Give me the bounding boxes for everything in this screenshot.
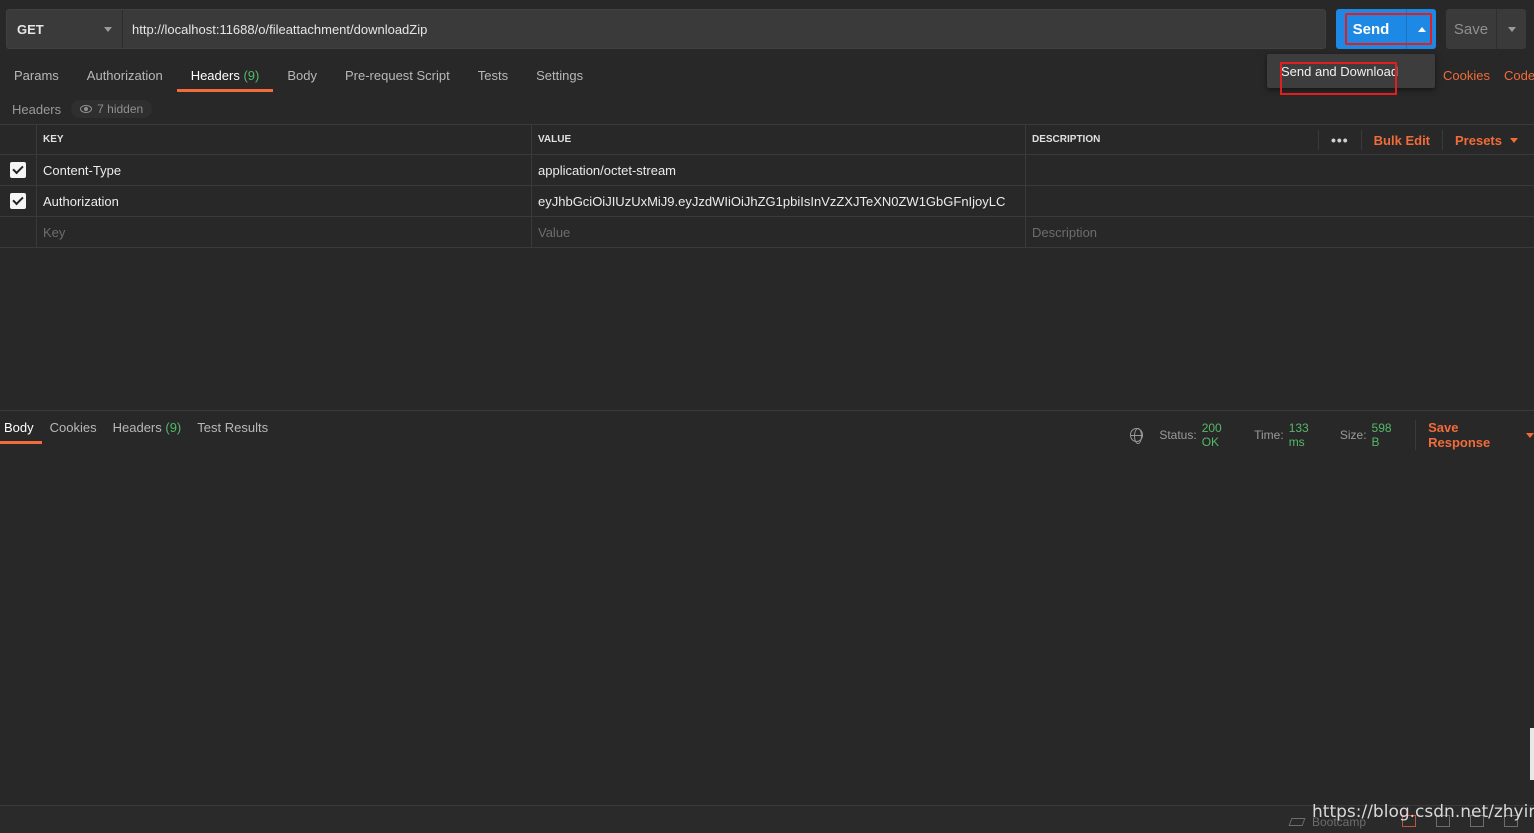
header-key-cell[interactable]: Content-Type — [37, 155, 532, 185]
header-description-cell[interactable] — [1026, 155, 1534, 185]
scrollbar[interactable] — [1530, 728, 1534, 780]
tab-count: (9) — [165, 420, 182, 435]
column-header-description: DESCRIPTION ••• Bulk Edit Presets — [1026, 125, 1534, 154]
tab-label: Settings — [536, 68, 584, 83]
tab-label: Body — [287, 68, 317, 83]
chevron-down-icon — [1510, 137, 1518, 143]
chevron-down-icon — [1507, 26, 1516, 32]
table-row: Content-Type application/octet-stream — [0, 155, 1534, 186]
send-button-group: Send — [1336, 9, 1436, 49]
tab-authorization[interactable]: Authorization — [73, 62, 177, 92]
tab-body[interactable]: Body — [273, 62, 331, 92]
right-links: Cookies Code — [1443, 68, 1534, 83]
response-tabs: Body Cookies Headers (9) Test Results — [0, 412, 276, 444]
response-tab-test-results[interactable]: Test Results — [189, 412, 276, 444]
presets-label: Presets — [1455, 132, 1502, 148]
header-value-cell[interactable]: application/octet-stream — [532, 155, 1026, 185]
tab-label: Headers — [190, 68, 240, 83]
tab-label: Cookies — [49, 420, 97, 435]
tab-label: Test Results — [197, 420, 269, 435]
response-divider[interactable] — [0, 410, 1534, 411]
table-row-new: Key Value Description — [0, 217, 1534, 248]
subheader-label: Headers — [12, 101, 62, 117]
method-select[interactable]: GET — [7, 10, 123, 48]
column-header-value: VALUE — [532, 125, 1026, 154]
tab-pre-request-script[interactable]: Pre-request Script — [331, 62, 464, 92]
time-label: Time: — [1254, 428, 1284, 442]
new-key-input[interactable]: Key — [37, 217, 532, 247]
table-row: Authorization eyJhbGciOiJIUzUxMiJ9.eyJzd… — [0, 186, 1534, 217]
check-icon — [12, 193, 24, 206]
tab-settings[interactable]: Settings — [522, 62, 597, 92]
header-check-cell — [0, 125, 37, 154]
save-button-group: Save — [1446, 9, 1526, 49]
response-tab-cookies[interactable]: Cookies — [42, 412, 105, 444]
send-options-button[interactable] — [1406, 9, 1436, 49]
bulk-edit-button[interactable]: Bulk Edit — [1362, 130, 1444, 150]
request-tabs: Params Authorization Headers (9) Body Pr… — [0, 62, 597, 92]
header-description-cell[interactable] — [1026, 186, 1534, 216]
tab-label: Authorization — [86, 68, 163, 83]
tab-headers[interactable]: Headers (9) — [176, 62, 274, 92]
tab-label: Body — [4, 420, 34, 435]
header-value-cell[interactable]: eyJhbGciOiJIUzUxMiJ9.eyJzdWIiOiJhZG1pbiI… — [532, 186, 1026, 216]
column-header-key: KEY — [37, 125, 532, 154]
table-header-row: KEY VALUE DESCRIPTION ••• Bulk Edit Pres… — [0, 124, 1534, 155]
status-footer: Bootcamp — [0, 805, 1534, 833]
tab-label: Tests — [477, 68, 509, 83]
tab-params[interactable]: Params — [0, 62, 73, 92]
size-label: Size: — [1339, 428, 1367, 442]
more-options-icon[interactable]: ••• — [1317, 130, 1362, 150]
save-options-button[interactable] — [1496, 9, 1526, 49]
hidden-headers-toggle[interactable]: 7 hidden — [71, 100, 153, 118]
presets-dropdown[interactable]: Presets — [1443, 133, 1518, 148]
cookies-link[interactable]: Cookies — [1443, 68, 1490, 83]
tab-label: Params — [14, 68, 59, 83]
time-value: 133 ms — [1288, 421, 1309, 449]
headers-subheader: Headers 7 hidden — [12, 100, 153, 118]
tab-tests[interactable]: Tests — [464, 62, 522, 92]
headers-table: KEY VALUE DESCRIPTION ••• Bulk Edit Pres… — [0, 124, 1534, 248]
row-checkbox[interactable] — [10, 193, 26, 209]
chevron-down-icon — [1526, 432, 1534, 438]
eye-icon — [80, 105, 93, 113]
url-input[interactable]: http://localhost:11688/o/fileattachment/… — [123, 10, 1325, 48]
chevron-down-icon — [104, 26, 112, 32]
send-and-download-menu-item[interactable]: Send and Download — [1281, 64, 1398, 79]
row-checkbox[interactable] — [10, 162, 26, 178]
row-check-cell — [0, 217, 37, 247]
send-button[interactable]: Send — [1336, 9, 1406, 49]
check-icon — [12, 162, 24, 175]
watermark: https://blog.csdn.net/zhyingvip — [1312, 802, 1534, 822]
tab-label: Pre-request Script — [344, 68, 450, 83]
new-value-input[interactable]: Value — [532, 217, 1026, 247]
request-bar: GET http://localhost:11688/o/fileattachm… — [6, 9, 1326, 49]
status-label: Status: — [1159, 428, 1197, 442]
save-response-label: Save Response — [1428, 420, 1491, 450]
new-description-input[interactable]: Description — [1026, 217, 1534, 247]
response-tab-body[interactable]: Body — [0, 412, 42, 444]
globe-icon[interactable] — [1130, 428, 1144, 444]
response-tab-headers[interactable]: Headers (9) — [105, 412, 190, 444]
chevron-up-icon — [1417, 26, 1426, 32]
row-check-cell — [0, 186, 37, 216]
tab-count: (9) — [243, 68, 260, 83]
hidden-count: 7 hidden — [97, 102, 144, 116]
send-dropdown-menu: Send and Download — [1267, 54, 1435, 88]
column-header-description-label: DESCRIPTION — [1032, 134, 1101, 145]
code-link[interactable]: Code — [1504, 68, 1534, 83]
header-key-cell[interactable]: Authorization — [37, 186, 532, 216]
table-actions: ••• Bulk Edit Presets — [1317, 125, 1518, 155]
save-button[interactable]: Save — [1446, 9, 1496, 49]
graduation-cap-icon — [1288, 818, 1306, 826]
method-label: GET — [17, 21, 44, 37]
save-response-button[interactable]: Save Response — [1415, 420, 1534, 450]
size-value: 598 B — [1371, 421, 1392, 449]
tab-label: Headers — [112, 420, 162, 435]
response-status-bar: Status: 200 OK Time: 133 ms Size: 598 B … — [1130, 420, 1534, 450]
status-value: 200 OK — [1201, 421, 1222, 449]
row-check-cell — [0, 155, 37, 185]
